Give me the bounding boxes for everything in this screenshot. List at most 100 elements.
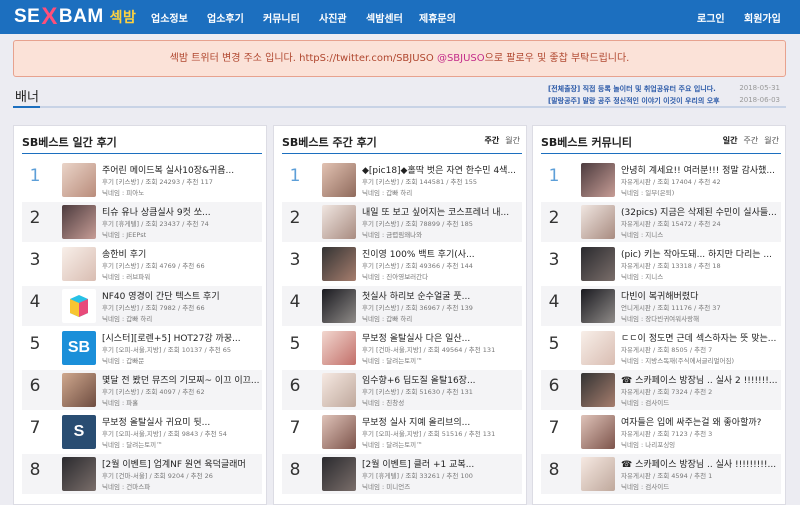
post-title[interactable]: 여자들은 입에 싸주는걸 왜 좋아할까? bbox=[621, 415, 779, 428]
list-item[interactable]: 2 내일 또 보고 싶어지는 코스프레너 내... 후기 [키스방] / 조회 78… bbox=[282, 202, 522, 242]
post-thumbnail[interactable] bbox=[62, 163, 96, 197]
list-item[interactable]: 5 SB [시스터][로렌+5] HOT27강 까꿍... 후기 [오피-서울,지방]… bbox=[22, 328, 262, 368]
post-title[interactable]: 진이영 100% 백트 후기(사... bbox=[362, 247, 520, 260]
post-thumbnail[interactable] bbox=[581, 163, 615, 197]
tab-daily[interactable]: 일간 bbox=[723, 136, 738, 145]
post-meta-cat: 후기 [키스방] bbox=[362, 304, 400, 312]
post-meta: 자유게시판 / 조회 13318 / 추천 18 bbox=[621, 260, 779, 270]
post-thumbnail[interactable] bbox=[62, 289, 96, 323]
post-title[interactable]: (pic) 키는 작아도돼... 하지만 다리는 ... bbox=[621, 247, 779, 260]
ticker-item[interactable]: [전체출장] 직접 등록 놀이터 및 취업공유터 주요 입니다. 2018-05… bbox=[548, 84, 788, 94]
post-title[interactable]: 주어린 메이드복 실사10장&귀욤... bbox=[102, 163, 260, 176]
post-title[interactable]: 첫실사 하리보 순수얼굴 풋... bbox=[362, 289, 520, 302]
post-thumbnail[interactable] bbox=[322, 457, 356, 491]
post-title[interactable]: 내일 또 보고 싶어지는 코스프레너 내... bbox=[362, 205, 520, 218]
post-thumbnail[interactable] bbox=[322, 163, 356, 197]
post-thumbnail[interactable] bbox=[62, 373, 96, 407]
brand-logo-icon bbox=[70, 295, 88, 317]
site-logo[interactable]: SE X BAM 섹밤 bbox=[14, 4, 136, 30]
notice-ticker[interactable]: [전체출장] 직접 등록 놀이터 및 취업공유터 주요 입니다. 2018-05… bbox=[548, 84, 788, 104]
post-thumbnail[interactable] bbox=[581, 205, 615, 239]
post-thumbnail[interactable] bbox=[62, 205, 96, 239]
post-title[interactable]: 몇달 전 봤던 뮤즈의 기모찌~ 이끄 이끄... bbox=[102, 373, 260, 386]
list-item[interactable]: 4 NF40 영경이 간단 텍스트 후기 후기 [키스방] / 조회 7982 / … bbox=[22, 286, 262, 326]
nav-item-partnership[interactable]: 제휴문의 bbox=[419, 10, 456, 25]
tab-weekly[interactable]: 주간 bbox=[485, 136, 500, 145]
post-title[interactable]: (32pics) 지금은 삭제된 수민이 실사들... bbox=[621, 205, 779, 218]
post-title[interactable]: [2월 이벤트] 클러 +1 교복... bbox=[362, 457, 520, 470]
list-item[interactable]: 8 [2월 이벤트] 업계NF 원연 육덕글래머 후기 [건마-서울] / 조회 9… bbox=[22, 454, 262, 494]
tab-monthly[interactable]: 월간 bbox=[505, 136, 520, 145]
post-author: 닉네임 : 금렵림왜나와 bbox=[362, 231, 423, 239]
list-item[interactable]: 3 진이영 100% 백트 후기(사... 후기 [키스방] / 조회 49366 … bbox=[282, 244, 522, 284]
post-thumbnail[interactable] bbox=[322, 331, 356, 365]
post-thumbnail[interactable] bbox=[581, 331, 615, 365]
list-item[interactable]: 4 다빈이 복귀해버렸다 언니게시판 / 조회 11176 / 추천 37 닉네임 :… bbox=[541, 286, 781, 326]
post-title[interactable]: NF40 영경이 간단 텍스트 후기 bbox=[102, 289, 260, 302]
post-author: 닉네임 : 러브파워 bbox=[102, 273, 151, 281]
list-item[interactable]: 7 무보정 실사 지예 올리브의... 후기 [오피-서울,지방] / 조회 515… bbox=[282, 412, 522, 452]
post-meta-rec: 추천 42 bbox=[698, 178, 721, 186]
post-title[interactable]: 송한비 후기 bbox=[102, 247, 260, 260]
notice-twitter-mention[interactable]: @SBJUSO bbox=[437, 53, 485, 64]
post-thumbnail[interactable]: S bbox=[62, 415, 96, 449]
post-thumbnail[interactable] bbox=[581, 247, 615, 281]
post-thumbnail[interactable] bbox=[322, 373, 356, 407]
list-item[interactable]: 7 여자들은 입에 싸주는걸 왜 좋아할까? 자유게시판 / 조회 7123 / 추… bbox=[541, 412, 781, 452]
nav-item-sexbam-center[interactable]: 섹밤센터 bbox=[366, 10, 403, 25]
post-thumbnail[interactable] bbox=[581, 289, 615, 323]
post-thumbnail[interactable]: SB bbox=[62, 331, 96, 365]
list-item[interactable]: 8 ☎ 스카페이스 방장님 .. 실사 !!!!!!!!!... 자유게시판 / 조… bbox=[541, 454, 781, 494]
post-title[interactable]: 임수향+6 딥도질 올탈16장... bbox=[362, 373, 520, 386]
panel-title: SB베스트 커뮤니티 bbox=[541, 136, 632, 149]
post-title[interactable]: [시스터][로렌+5] HOT27강 까꿍... bbox=[102, 331, 260, 344]
post-title[interactable]: [2월 이벤트] 업계NF 원연 육덕글래머 bbox=[102, 457, 260, 470]
post-thumbnail[interactable] bbox=[581, 415, 615, 449]
post-title[interactable]: 다빈이 복귀해버렸다 bbox=[621, 289, 779, 302]
nav-item-shop-info[interactable]: 업소정보 bbox=[151, 10, 188, 25]
signup-link[interactable]: 회원가입 bbox=[744, 10, 781, 25]
list-item[interactable]: 1 주어린 메이드복 실사10장&귀욤... 후기 [키스방] / 조회 24293… bbox=[22, 160, 262, 200]
post-thumbnail[interactable] bbox=[322, 289, 356, 323]
post-thumbnail[interactable] bbox=[581, 457, 615, 491]
post-title[interactable]: ☎ 스카페이스 방장님 .. 실사 !!!!!!!!!... bbox=[621, 457, 779, 470]
nav-item-community[interactable]: 커뮤니티 bbox=[263, 10, 300, 25]
post-meta-cat: 후기 [오피-서울,지방] bbox=[102, 346, 162, 354]
post-author: 닉네임 : 달려는토끼™ bbox=[362, 441, 423, 449]
ticker-item[interactable]: [말랑공주] 말랑 공주 정신적인 이야기 이것이 우리의 오후 2018-06… bbox=[548, 96, 788, 104]
list-item[interactable]: 2 (32pics) 지금은 삭제된 수민이 실사들... 자유게시판 / 조회 1… bbox=[541, 202, 781, 242]
post-title[interactable]: ㄷㄷ이 정도면 근데 섹스하자는 뜻 맞는... bbox=[621, 331, 779, 344]
list-item[interactable]: 4 첫실사 하리보 순수얼굴 풋... 후기 [키스방] / 조회 36967 / … bbox=[282, 286, 522, 326]
nav-item-gallery[interactable]: 사진관 bbox=[319, 10, 347, 25]
list-item[interactable]: 6 ☎ 스카페이스 방장님 .. 실사 2 !!!!!!!... 자유게시판 / 조… bbox=[541, 370, 781, 410]
post-title[interactable]: 무보정 실사 지예 올리브의... bbox=[362, 415, 520, 428]
list-item[interactable]: 3 송한비 후기 후기 [키스방] / 조회 4769 / 추천 66 닉네임 : 러… bbox=[22, 244, 262, 284]
nav-item-shop-review[interactable]: 업소후기 bbox=[207, 10, 244, 25]
post-thumbnail[interactable] bbox=[322, 247, 356, 281]
login-link[interactable]: 로그인 bbox=[697, 10, 725, 25]
post-thumbnail[interactable] bbox=[62, 457, 96, 491]
list-item[interactable]: 5 무보정 올탈실사 다은 일산... 후기 [건마-서울,지방] / 조회 495… bbox=[282, 328, 522, 368]
post-thumbnail[interactable] bbox=[62, 247, 96, 281]
list-item[interactable]: 1 안녕히 계세요!! 여러분!!! 정말 감사했... 자유게시판 / 조회 17… bbox=[541, 160, 781, 200]
post-title[interactable]: ☎ 스카페이스 방장님 .. 실사 2 !!!!!!!... bbox=[621, 373, 779, 386]
tab-weekly[interactable]: 주간 bbox=[744, 136, 759, 145]
post-title[interactable]: 티슈 유나 상큼실사 9컷 쏘... bbox=[102, 205, 260, 218]
list-item[interactable]: 3 (pic) 키는 작아도돼... 하지만 다리는 ... 자유게시판 / 조회 … bbox=[541, 244, 781, 284]
post-title[interactable]: 무보정 올탈실사 귀요미 뒷... bbox=[102, 415, 260, 428]
list-item[interactable]: 5 ㄷㄷ이 정도면 근데 섹스하자는 뜻 맞는... 자유게시판 / 조회 8505… bbox=[541, 328, 781, 368]
post-meta: 후기 [휴게텔] / 조회 23437 / 추천 74 bbox=[102, 218, 260, 228]
post-thumbnail[interactable] bbox=[322, 415, 356, 449]
list-item[interactable]: 1 ◆[pic18]◆홀딱 벗은 자연 한수민 4색... 후기 [키스방] / 조… bbox=[282, 160, 522, 200]
list-item[interactable]: 6 임수향+6 딥도질 올탈16장... 후기 [키스방] / 조회 51630 /… bbox=[282, 370, 522, 410]
list-item[interactable]: 6 몇달 전 봤던 뮤즈의 기모찌~ 이끄 이끄... 후기 [키스방] / 조회 … bbox=[22, 370, 262, 410]
post-thumbnail[interactable] bbox=[581, 373, 615, 407]
list-item[interactable]: 8 [2월 이벤트] 클러 +1 교복... 후기 [휴게텔] / 조회 33261… bbox=[282, 454, 522, 494]
tab-monthly[interactable]: 월간 bbox=[764, 136, 779, 145]
post-title[interactable]: 무보정 올탈실사 다은 일산... bbox=[362, 331, 520, 344]
post-title[interactable]: ◆[pic18]◆홀딱 벗은 자연 한수민 4색... bbox=[362, 163, 520, 176]
list-item[interactable]: 2 티슈 유나 상큼실사 9컷 쏘... 후기 [휴게텔] / 조회 23437 /… bbox=[22, 202, 262, 242]
list-item[interactable]: 7 S 무보정 올탈실사 귀요미 뒷... 후기 [오피-서울,지방] / 조회 98… bbox=[22, 412, 262, 452]
post-title[interactable]: 안녕히 계세요!! 여러분!!! 정말 감사했... bbox=[621, 163, 779, 176]
post-thumbnail[interactable] bbox=[322, 205, 356, 239]
